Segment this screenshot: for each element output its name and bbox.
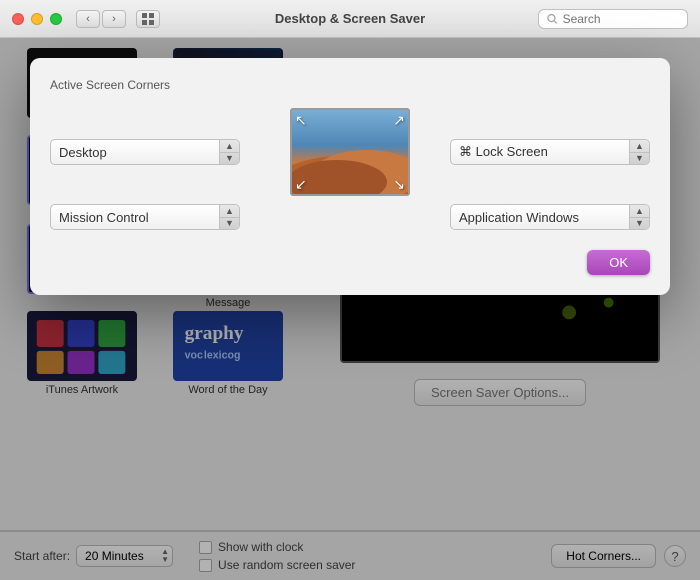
- bottom-right-arrow: ↘: [393, 177, 405, 191]
- top-right-arrow: ↗: [393, 113, 405, 127]
- top-left-stepper[interactable]: ▲ ▼: [219, 140, 239, 164]
- top-right-value: ⌘ Lock Screen: [459, 144, 548, 160]
- bottom-left-corner[interactable]: Mission Control ▲ ▼: [50, 204, 240, 230]
- corners-grid: Desktop ▲ ▼: [50, 108, 650, 230]
- bottom-left-value: Mission Control: [59, 210, 149, 225]
- search-icon: [547, 13, 558, 25]
- nav-buttons: ‹ ›: [76, 10, 160, 28]
- stepper-down-icon[interactable]: ▼: [220, 153, 239, 165]
- back-button[interactable]: ‹: [76, 10, 100, 28]
- stepper-up-icon[interactable]: ▲: [630, 205, 649, 218]
- stepper-down-icon[interactable]: ▼: [220, 218, 239, 230]
- bottom-left-arrow: ↙: [295, 177, 307, 191]
- grid-view-button[interactable]: [136, 10, 160, 28]
- stepper-down-icon[interactable]: ▼: [630, 218, 649, 230]
- minimize-button[interactable]: [31, 13, 43, 25]
- top-left-value: Desktop: [59, 145, 107, 160]
- top-left-select[interactable]: Desktop ▲ ▼: [50, 139, 240, 165]
- search-box[interactable]: [538, 9, 688, 29]
- stepper-down-icon[interactable]: ▼: [630, 153, 649, 165]
- search-input[interactable]: [563, 12, 679, 26]
- forward-button[interactable]: ›: [102, 10, 126, 28]
- window-title: Desktop & Screen Saver: [275, 11, 425, 26]
- ok-button[interactable]: OK: [587, 250, 650, 275]
- modal-title: Active Screen Corners: [50, 78, 650, 92]
- stepper-up-icon[interactable]: ▲: [220, 140, 239, 153]
- active-screen-corners-modal: Active Screen Corners Desktop ▲ ▼: [30, 58, 670, 295]
- top-right-corner[interactable]: ⌘ Lock Screen ▲ ▼: [450, 139, 650, 165]
- traffic-lights: [12, 13, 62, 25]
- desktop-image-preview: ↖ ↗ ↙ ↘: [290, 108, 410, 196]
- bottom-right-select[interactable]: Application Windows ▲ ▼: [450, 204, 650, 230]
- desktop-preview: ↖ ↗ ↙ ↘: [290, 108, 410, 196]
- top-right-stepper[interactable]: ▲ ▼: [629, 140, 649, 164]
- modal-overlay: Active Screen Corners Desktop ▲ ▼: [0, 38, 700, 580]
- stepper-up-icon[interactable]: ▲: [630, 140, 649, 153]
- bottom-left-stepper[interactable]: ▲ ▼: [219, 205, 239, 229]
- title-bar: ‹ › Desktop & Screen Saver: [0, 0, 700, 38]
- top-right-select[interactable]: ⌘ Lock Screen ▲ ▼: [450, 139, 650, 165]
- bottom-right-stepper[interactable]: ▲ ▼: [629, 205, 649, 229]
- bottom-right-value: Application Windows: [459, 210, 579, 225]
- maximize-button[interactable]: [50, 13, 62, 25]
- bottom-right-corner[interactable]: Application Windows ▲ ▼: [450, 204, 650, 230]
- bottom-left-select[interactable]: Mission Control ▲ ▼: [50, 204, 240, 230]
- stepper-up-icon[interactable]: ▲: [220, 205, 239, 218]
- close-button[interactable]: [12, 13, 24, 25]
- top-left-arrow: ↖: [295, 113, 307, 127]
- top-left-corner[interactable]: Desktop ▲ ▼: [50, 139, 240, 165]
- modal-footer: OK: [50, 250, 650, 275]
